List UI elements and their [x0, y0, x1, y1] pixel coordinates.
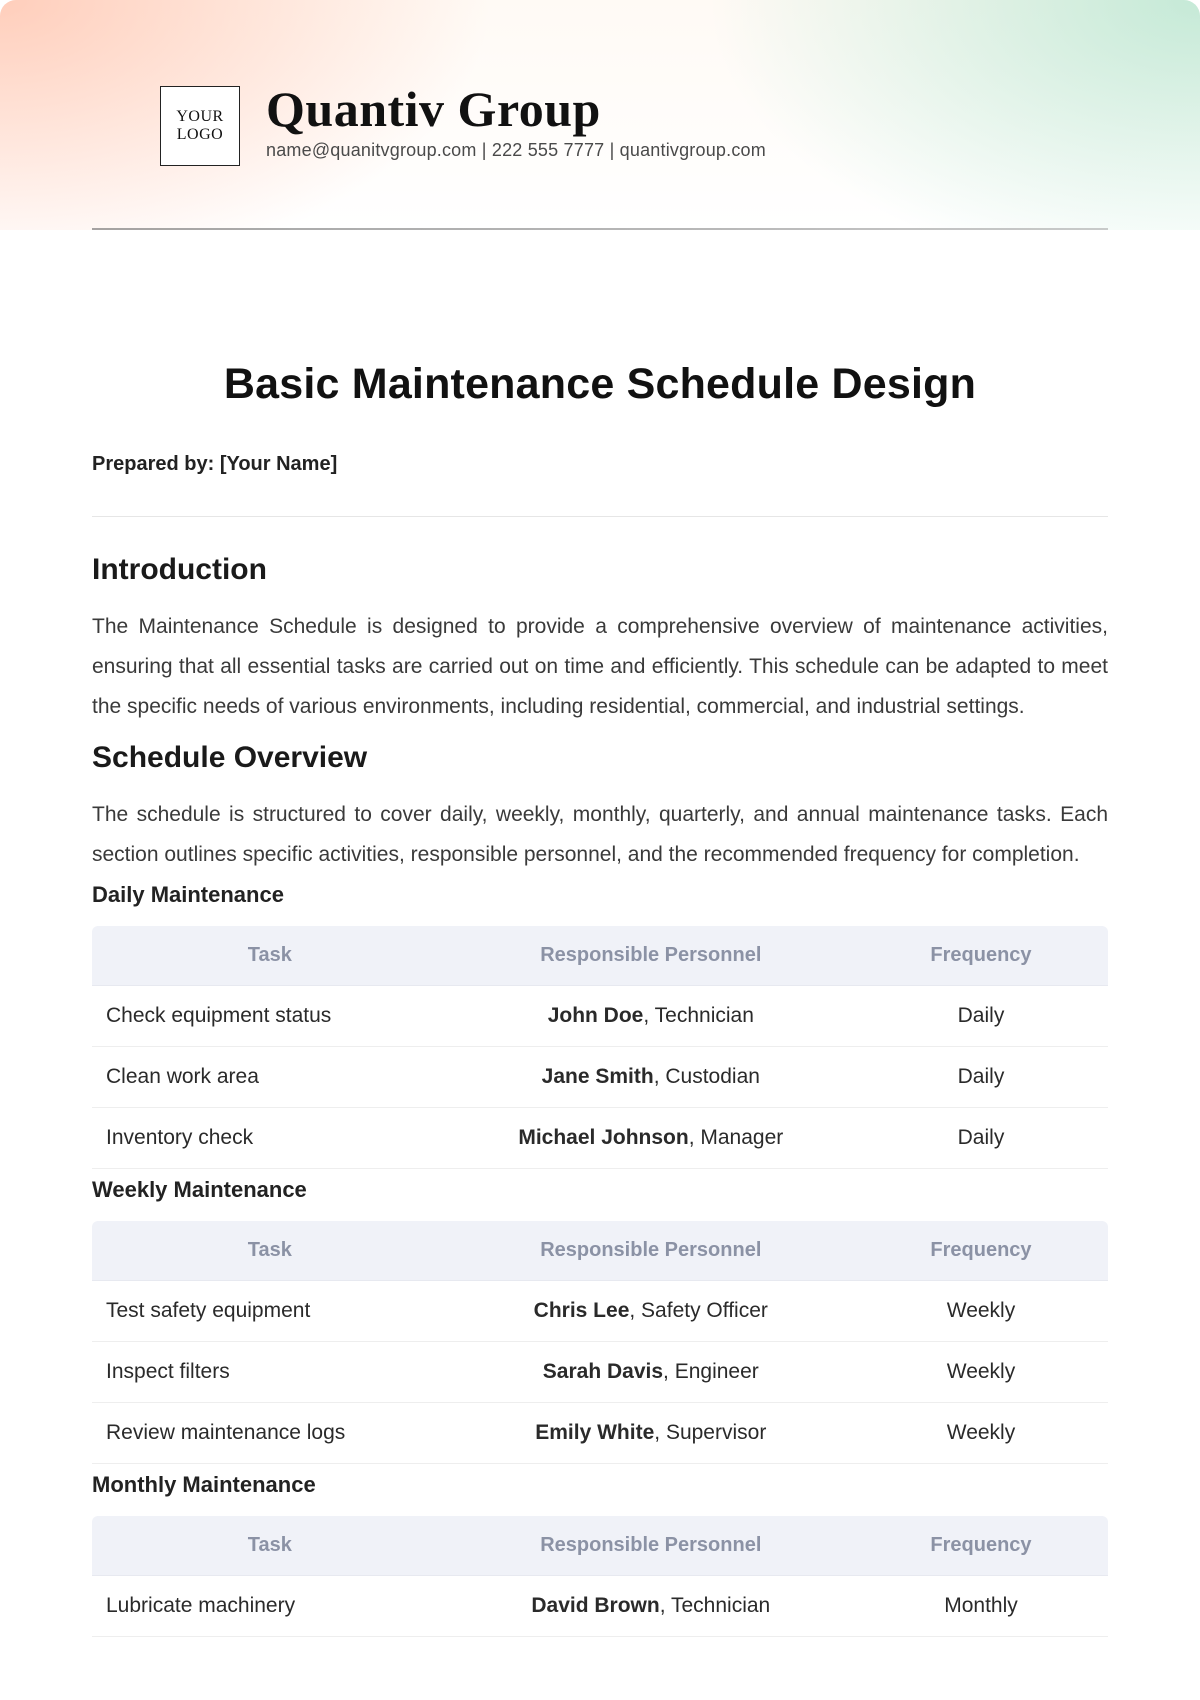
- table-monthly: Task Responsible Personnel Frequency Lub…: [92, 1516, 1108, 1637]
- cell-task: Review maintenance logs: [92, 1403, 448, 1464]
- cell-person: David Brown, Technician: [448, 1576, 854, 1637]
- table-weekly: Task Responsible Personnel Frequency Tes…: [92, 1221, 1108, 1464]
- cell-freq: Weekly: [854, 1342, 1108, 1403]
- logo-text: YOUR LOGO: [176, 108, 223, 145]
- company-block: Quantiv Group name@quanitvgroup.com | 22…: [266, 80, 1040, 161]
- cell-task: Inventory check: [92, 1108, 448, 1169]
- letterhead-header: YOUR LOGO Quantiv Group name@quanitvgrou…: [0, 0, 1200, 230]
- cell-task: Inspect filters: [92, 1342, 448, 1403]
- table-row: Review maintenance logs Emily White, Sup…: [92, 1403, 1108, 1464]
- person-name: Jane Smith: [542, 1065, 654, 1088]
- person-name: John Doe: [548, 1004, 644, 1027]
- cell-task: Check equipment status: [92, 986, 448, 1047]
- person-role: Manager: [700, 1126, 783, 1149]
- heading-daily-maintenance: Daily Maintenance: [92, 882, 1108, 908]
- table-daily: Task Responsible Personnel Frequency Che…: [92, 926, 1108, 1169]
- person-role: Supervisor: [666, 1421, 766, 1444]
- table-row: Check equipment status John Doe, Technic…: [92, 986, 1108, 1047]
- cell-freq: Daily: [854, 1108, 1108, 1169]
- logo-placeholder: YOUR LOGO: [160, 86, 240, 166]
- section-divider: [92, 516, 1108, 517]
- heading-weekly-maintenance: Weekly Maintenance: [92, 1177, 1108, 1203]
- person-name: Michael Johnson: [518, 1126, 688, 1149]
- company-contact-line: name@quanitvgroup.com | 222 555 7777 | q…: [266, 140, 1040, 161]
- th-person: Responsible Personnel: [448, 926, 854, 986]
- table-header-row: Task Responsible Personnel Frequency: [92, 1516, 1108, 1576]
- cell-freq: Daily: [854, 1047, 1108, 1108]
- th-task: Task: [92, 1221, 448, 1281]
- th-freq: Frequency: [854, 1516, 1108, 1576]
- person-name: David Brown: [531, 1594, 659, 1617]
- cell-person: John Doe, Technician: [448, 986, 854, 1047]
- cell-freq: Weekly: [854, 1403, 1108, 1464]
- th-freq: Frequency: [854, 926, 1108, 986]
- th-person: Responsible Personnel: [448, 1516, 854, 1576]
- header-divider: [92, 228, 1108, 230]
- cell-freq: Daily: [854, 986, 1108, 1047]
- person-role: Custodian: [665, 1065, 760, 1088]
- company-name: Quantiv Group: [266, 80, 1040, 138]
- cell-person: Jane Smith, Custodian: [448, 1047, 854, 1108]
- table-header-row: Task Responsible Personnel Frequency: [92, 926, 1108, 986]
- cell-task: Clean work area: [92, 1047, 448, 1108]
- document-page: YOUR LOGO Quantiv Group name@quanitvgrou…: [0, 0, 1200, 1700]
- intro-text: The Maintenance Schedule is designed to …: [92, 607, 1108, 727]
- cell-person: Chris Lee, Safety Officer: [448, 1281, 854, 1342]
- cell-freq: Monthly: [854, 1576, 1108, 1637]
- person-role: Technician: [671, 1594, 770, 1617]
- person-name: Emily White: [535, 1421, 654, 1444]
- table-row: Inspect filters Sarah Davis, Engineer We…: [92, 1342, 1108, 1403]
- th-task: Task: [92, 926, 448, 986]
- header-row: YOUR LOGO Quantiv Group name@quanitvgrou…: [160, 80, 1040, 166]
- cell-person: Emily White, Supervisor: [448, 1403, 854, 1464]
- overview-text: The schedule is structured to cover dail…: [92, 795, 1108, 875]
- table-row: Clean work area Jane Smith, Custodian Da…: [92, 1047, 1108, 1108]
- table-row: Test safety equipment Chris Lee, Safety …: [92, 1281, 1108, 1342]
- prepared-by-line: Prepared by: [Your Name]: [92, 453, 1108, 476]
- heading-monthly-maintenance: Monthly Maintenance: [92, 1472, 1108, 1498]
- person-name: Chris Lee: [534, 1299, 630, 1322]
- cell-person: Sarah Davis, Engineer: [448, 1342, 854, 1403]
- person-role: Safety Officer: [641, 1299, 768, 1322]
- person-role: Engineer: [675, 1360, 759, 1383]
- person-name: Sarah Davis: [543, 1360, 663, 1383]
- th-task: Task: [92, 1516, 448, 1576]
- cell-task: Lubricate machinery: [92, 1576, 448, 1637]
- heading-introduction: Introduction: [92, 553, 1108, 587]
- document-title: Basic Maintenance Schedule Design: [92, 360, 1108, 409]
- table-row: Inventory check Michael Johnson, Manager…: [92, 1108, 1108, 1169]
- person-role: Technician: [655, 1004, 754, 1027]
- document-content: Basic Maintenance Schedule Design Prepar…: [0, 230, 1200, 1637]
- heading-overview: Schedule Overview: [92, 741, 1108, 775]
- cell-freq: Weekly: [854, 1281, 1108, 1342]
- table-row: Lubricate machinery David Brown, Technic…: [92, 1576, 1108, 1637]
- table-header-row: Task Responsible Personnel Frequency: [92, 1221, 1108, 1281]
- th-person: Responsible Personnel: [448, 1221, 854, 1281]
- cell-person: Michael Johnson, Manager: [448, 1108, 854, 1169]
- cell-task: Test safety equipment: [92, 1281, 448, 1342]
- th-freq: Frequency: [854, 1221, 1108, 1281]
